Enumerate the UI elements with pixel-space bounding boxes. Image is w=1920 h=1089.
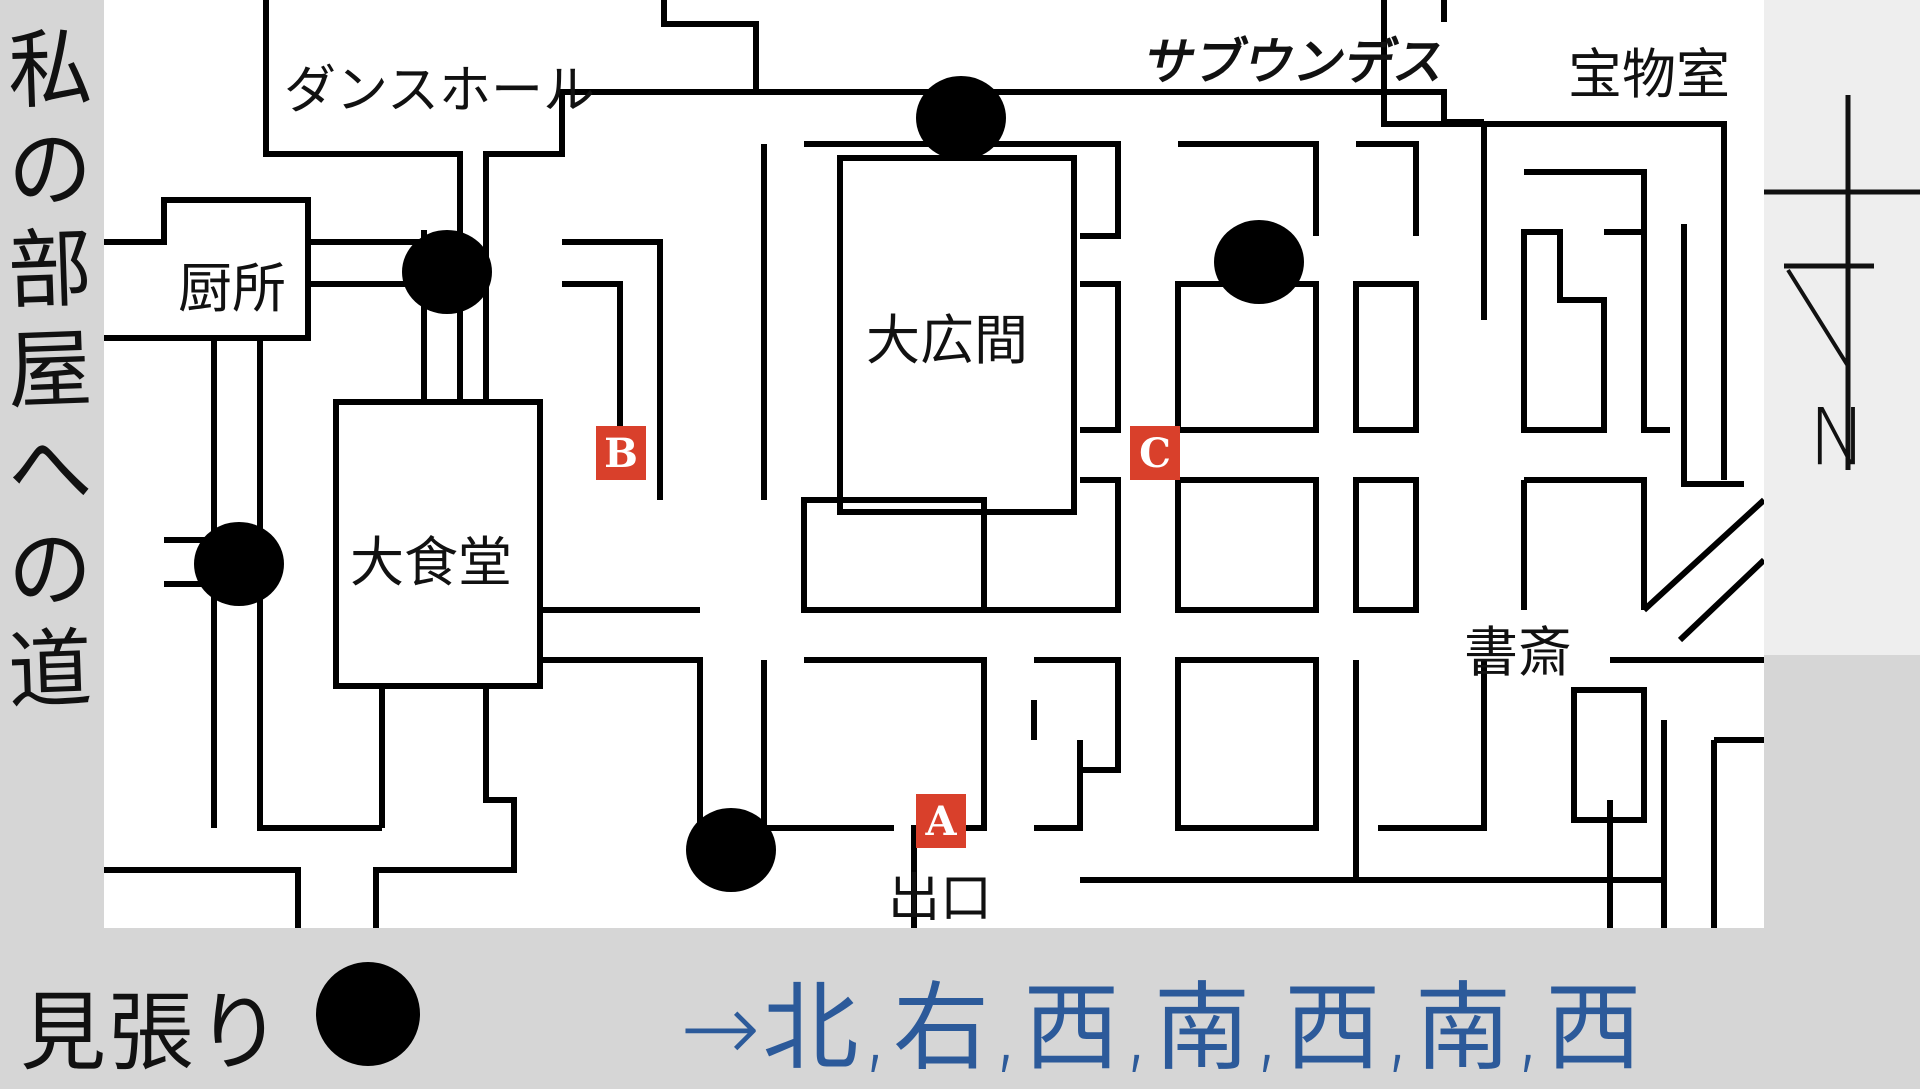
title-char: の — [6, 118, 94, 222]
title-char: の — [6, 518, 94, 622]
marker-b[interactable]: B — [596, 426, 646, 480]
guard-dot — [916, 76, 1006, 160]
room-study: 書斎 — [1464, 621, 1572, 684]
compass-panel: N — [1764, 0, 1920, 655]
guard-dot — [1214, 220, 1304, 304]
guard-dot — [194, 522, 284, 606]
legend-guard-icon — [316, 962, 420, 1066]
route-directions: →北,右,西,南,西,南,西 — [680, 972, 1644, 1084]
room-exit: 出口 — [888, 869, 993, 929]
castle-map: ダンスホール 厨所 大広間 大食堂 宝物室 書斎 出口 サブウンデス A B C — [104, 0, 1764, 929]
legend-watch-label: 見張り — [20, 983, 284, 1083]
title-char: 屋 — [6, 318, 94, 422]
marker-c[interactable]: C — [1130, 426, 1180, 480]
title-char: 道 — [6, 618, 94, 722]
title-char: 私 — [6, 18, 94, 122]
page-title: 私 の 部 屋 へ の 道 — [0, 18, 100, 820]
room-treasure: 宝物室 — [1568, 43, 1730, 106]
room-dance-hall: ダンスホール — [284, 61, 595, 121]
title-char: へ — [6, 418, 94, 522]
guard-dot — [686, 808, 776, 892]
marker-a[interactable]: A — [916, 794, 966, 848]
compass-letter: N — [1806, 388, 1865, 478]
room-sunroom: サブウンデス — [1138, 33, 1452, 91]
title-char: 部 — [6, 218, 94, 322]
room-great-hall: 大広間 — [866, 309, 1028, 372]
room-kitchen: 厨所 — [178, 257, 286, 320]
guard-dot — [402, 230, 492, 314]
compass-icon — [1764, 95, 1920, 470]
room-dining-hall: 大食堂 — [350, 531, 512, 594]
